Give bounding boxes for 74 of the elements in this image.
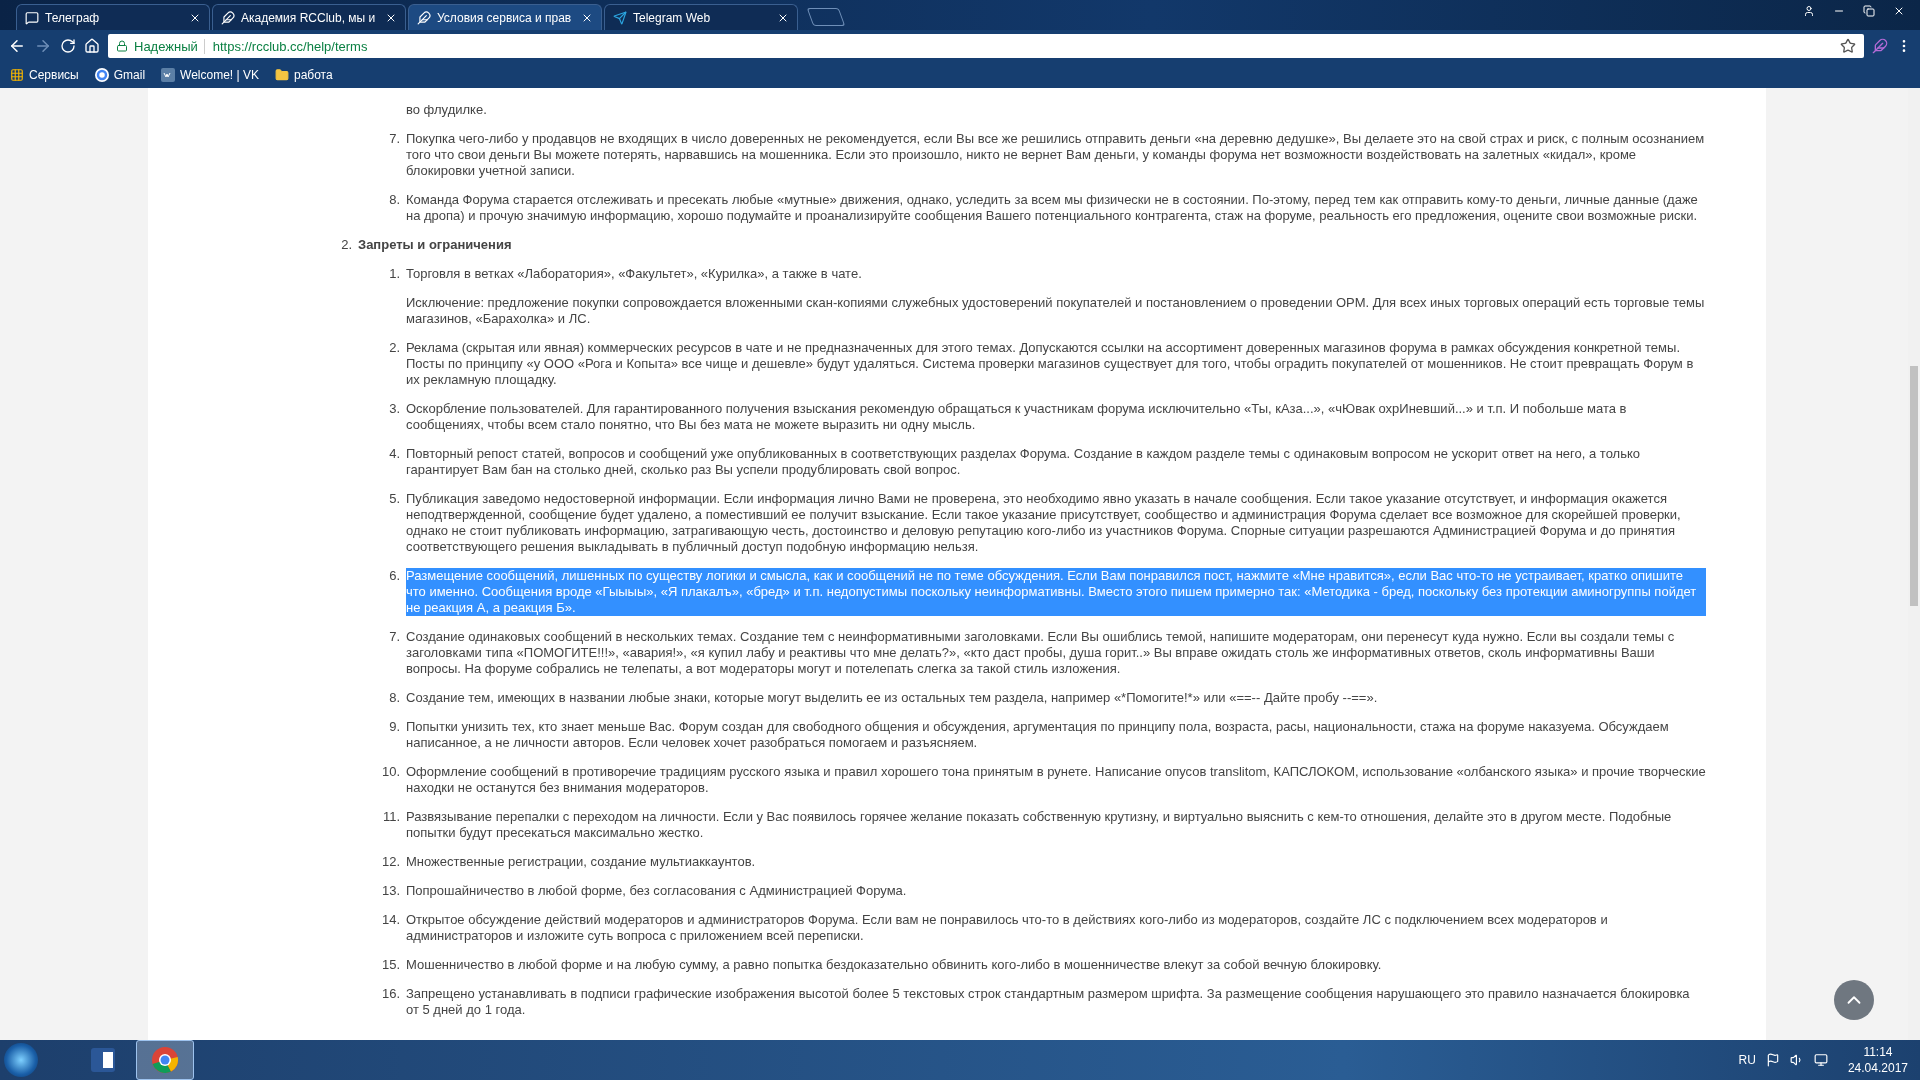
paragraph: во флудилке.: [406, 102, 488, 118]
paragraph: Торговля в ветках «Лаборатория», «Факультет», «Курилка», а также в чате.: [406, 266, 863, 282]
list-number: 7.: [388, 131, 401, 148]
bookmark[interactable]: Сервисы: [10, 68, 79, 82]
paragraph: Исключение: предложение покупки сопровождается вложенными скан-копиями служебных удостоверений покупателей и постановлением о проведении ОРМ. Для всех иных торговых операций есть торговые темы магазинов, «Барахолка» и ЛС.: [406, 295, 1706, 327]
list-number: 8.: [388, 192, 401, 209]
paragraph: Оскорбление пользователей. Для гарантированного получения взыскания рекомендую обращаться к участникам форума исключительно «Ты, кАза...», «чЮвак охрИневший...» и т.п. И побольше мата в сообщениях, чтобы всем стало понятно, что Вы без мата не можете выразить ни одну мысль.: [406, 401, 1628, 433]
extension-icon[interactable]: [1872, 38, 1888, 54]
back-icon[interactable]: [8, 37, 26, 55]
feather-icon: [221, 10, 235, 25]
start-button[interactable]: [4, 1043, 38, 1077]
lock-icon: [116, 40, 128, 52]
paragraph: Публикация заведомо недостоверной информации. Если информация лично Вами не проверена, это необходимо явно указать в начале сообщения. Если такое указание отсутствует, и информация окажется неподтвержденной, сообщение будет удалено, а поместивший ее получит взыскание. Если такое указание присутствует, сообщество и администрация Форума сделает все возможное для скорейшей проверки, однако не стоит публиковать информацию, затрагивающую честь, достоинство и деловую репутацию кого-либо из участников Форума. Спорные ситуации разрешаются Администрацией Форума и до принятия соответствующего решения выкладывать в публичный доступ подобную информацию нельзя.: [406, 491, 1682, 555]
security-label: Надежный: [134, 38, 198, 54]
bookmark-star-icon[interactable]: [1840, 38, 1856, 54]
paragraph: Реклама (скрытая или явная) коммерческих ресурсов в чате и не предназначенных для этого темах. Допускаются ссылки на ассортимент доверенных магазинов форума в рамках обсуждения конкретной темы. Посты по принципу «у ООО «Рога и Копыта» все чище и дешевле» будут удаляться. Система проверки магазинов существует для того, чтобы оградить покупателей от мошенников. Не стоит превращать Форум в их рекламную площадку.: [406, 340, 1695, 388]
paragraph: Попытки унизить тех, кто знает меньше Вас. Форум создан для свободного общения и обсуждения, аргументация по принципу пола, возраста, расы, национальности, стажа на форуме наказуема. Обсуждаем написанное, а не личности авторов. Если человек хочет разобраться помогаем и разъясняем.: [406, 719, 1670, 751]
paragraph: Размещение сообщений, лишенных по существу логики и смысла, как и сообщений не по теме обсуждения. Если Вам понравился пост, нажмите «Мне нравится», если Вас что-то не устраивает, кратко опишите что именно. Сообщения вроде «Гыыыы», «Я плакалъ», «бред» и т.п. недопустимы поскольку неинформативны. Вместо этого пишем примерно так: «Методика - бред, поскольку без протекции аминогруппы пойдет не реакция А, а реакция Б».: [406, 568, 1706, 616]
address-bar[interactable]: Надежный https://rcclub.cc/help/terms: [108, 34, 1864, 58]
list-number: 1.: [388, 266, 401, 283]
browser-tab[interactable]: Академия RCClub, мы и: [212, 4, 406, 30]
user-icon[interactable]: [1803, 5, 1815, 17]
paragraph: Множественные регистрации, создание мультиаккаунтов.: [406, 854, 757, 870]
paper-plane-icon: [613, 10, 627, 25]
list-number: 11.: [381, 809, 401, 826]
list-number: 10.: [380, 764, 401, 781]
browser-tab[interactable]: Telegram Web: [604, 4, 798, 30]
paragraph: Мошенничество в любой форме и на любую сумму, а равно попытка бездоказательно обвинить кого-либо в мошенничестве влекут за собой вечную блокировку.: [406, 957, 1383, 973]
list-number: 2.: [388, 340, 401, 357]
list-number: 15.: [380, 957, 401, 973]
language-indicator[interactable]: RU: [1738, 1053, 1756, 1067]
browser-tab[interactable]: Условия сервиса и прав: [408, 4, 602, 30]
document-icon: [89, 1046, 117, 1074]
speech-bubble-icon: [25, 10, 39, 25]
paragraph: Открытое обсуждение действий модераторов и администраторов Форума. Если вам не понравилось что-то в действиях кого-либо из модераторов, создайте ЛС с подключением всех модераторов и администраторов и изложите суть вопроса с приложением всей переписки.: [406, 912, 1609, 944]
paragraph: Создание тем, имеющих в названии любые знаки, которые могут выделить ее из остальных тем раздела, например «*Помогите!*» или «==-- Дайте пробу --==».: [406, 690, 1379, 706]
folder-icon: [275, 68, 289, 82]
scroll-to-top-button[interactable]: [1834, 980, 1874, 1020]
paragraph: Команда Форума старается отслеживать и пресекать любые «мутные» движения, однако, уследить за всем мы физически не в состоянии. По-этому, перед тем как отправить кому-то деньги, личные данные (даже на дропа) и прочую значимую информацию, хорошо подумайте и проанализируйте сообщения Вашего потенциального контрагента, стаж на форуме, реальность его предложения, оцените свои возможные риски.: [406, 192, 1699, 224]
list-number: 12.: [380, 854, 401, 870]
browser-icon: [151, 1046, 179, 1074]
list-number: 16.: [380, 986, 401, 1003]
list-number: 2.: [340, 237, 353, 253]
list-number: 4.: [388, 446, 401, 463]
clock[interactable]: 11:14 24.04.2017: [1847, 1044, 1908, 1076]
list-number: 7.: [388, 629, 401, 646]
list-number: 3.: [388, 401, 401, 418]
forward-icon[interactable]: [34, 37, 52, 55]
paragraph: Запрещено устанавливать в подписи графические изображения высотой более 5 текстовых строк стандартным размером шрифта. За размещение сообщения нарушающего это правило назначается блокировка от 5 дней до 1 года.: [406, 986, 1691, 1018]
home-icon[interactable]: [84, 38, 100, 54]
paragraph: Развязывание перепалки с переходом на личности. Если у Вас появилось горячее желание показать собственную крутизну, и виртуально выяснить с кем-то отношения, делайте это в другом месте. Подобные попытки будут пресекаться максимально жестко.: [406, 809, 1673, 841]
list-number: 8.: [388, 690, 401, 706]
list-number: 14.: [380, 912, 401, 929]
paragraph: Попрошайничество в любой форме, без согласования с Администрацией Форума.: [406, 883, 908, 899]
browser-tab[interactable]: Телеграф: [16, 4, 210, 30]
bookmark[interactable]: Welcome! | VK: [161, 68, 259, 82]
feather-icon: [417, 10, 431, 25]
list-number: 5.: [388, 491, 401, 508]
list-number: 6.: [388, 568, 401, 585]
section-heading: Запреты и ограничения: [358, 237, 512, 253]
reload-icon[interactable]: [60, 38, 76, 54]
paragraph: Повторный репост статей, вопросов и сообщений уже опубликованных в соответствующих разделах Форума. Создание в каждом разделе темы с одинаковым вопросом не ускорит ответ на него, а только гарантирует Вам бан на столько дней, сколько раз Вы успели продублировать свой вопрос.: [406, 446, 1642, 478]
paragraph: Создание одинаковых сообщений в нескольких темах. Создание тем с неинформативными заголовками. Если Вы ошиблись темой, напишите модераторам, они перенесут куда нужно. Если вы создали темы с заголовками типа «ПОМОГИТЕ!!!», «авария!», «я купил лабу и реактивы что мне делать?», «кто даст пробы, душа горит..» Вы вправе ожидать столь же информативных ответов, сколь информативны Ваши вопросы. На форуме собрались не телепаты, а вот модераторы могут и потелепать слегка за такой стиль изложения.: [406, 629, 1676, 677]
restore-icon[interactable]: [1863, 5, 1875, 17]
bookmark[interactable]: Gmail: [94, 68, 146, 82]
list-number: 13.: [380, 883, 401, 899]
paragraph: Покупка чего-либо у продавцов не входящих в число доверенных не рекомендуется, если Вы все же решились отправить деньги «на деревню дедушке», Вы делаете это на свой страх и риск, с полным осознанием того что свои деньги Вы можете потерять, нарвавшись на мошенника. Если это произошло, никто не вернет Вам деньги, у команды форума нет возможности воздействовать на залетных «кидал», кроме блокировки учетной записи.: [406, 131, 1706, 179]
paragraph: Оформление сообщений в противоречие традициям русского языка и правил хорошего тона принятым в рунете. Написание опусов translitom, КАПСЛОКОМ, использование «олбанского языка» и прочие творческие находки не останутся без внимания модераторов.: [406, 764, 1706, 796]
apps-icon: [10, 68, 24, 82]
bookmark[interactable]: работа: [275, 68, 333, 82]
list-number: 9.: [388, 719, 401, 736]
flag-icon[interactable]: [1765, 1053, 1780, 1067]
url-text: https://rcclub.cc/help/terms: [203, 38, 1834, 54]
close-icon[interactable]: [1893, 5, 1905, 17]
